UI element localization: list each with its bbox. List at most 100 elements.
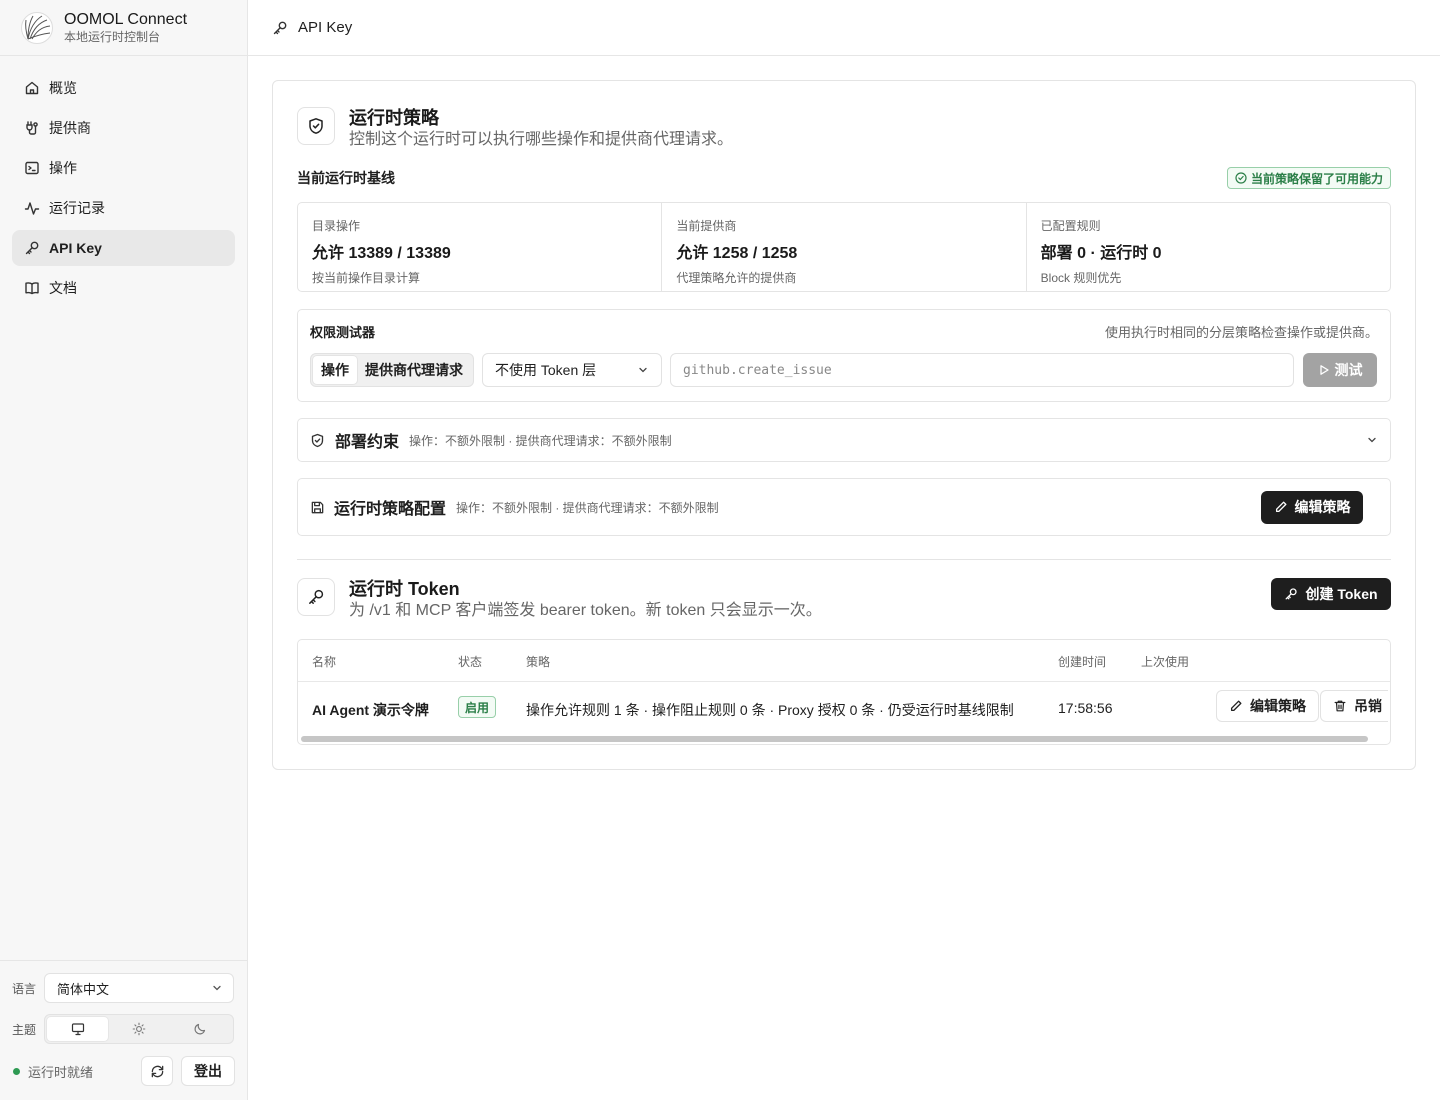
sun-icon — [132, 1022, 146, 1036]
refresh-button[interactable] — [141, 1056, 173, 1086]
key-icon — [1285, 588, 1298, 600]
baseline-title: 当前运行时基线 — [297, 170, 395, 186]
stat-note: 代理策略允许的提供商 — [676, 271, 797, 285]
stat-configured-rules: 已配置规则 部署 0 · 运行时 0 Block 规则优先 — [1027, 203, 1390, 291]
chevron-down-icon — [213, 985, 221, 991]
sidebar-item-docs[interactable]: 文档 — [12, 270, 235, 306]
mode-operation-button[interactable]: 操作 — [313, 356, 357, 384]
shield-check-icon — [311, 433, 324, 447]
sidebar-nav: 概览 提供商 操作 运行记录 API Key 文档 — [0, 56, 247, 324]
tester-title: 权限测试器 — [310, 325, 376, 340]
terminal-icon — [25, 161, 39, 175]
revoke-token-label: 吊销 — [1354, 698, 1382, 714]
edit-token-policy-button[interactable]: 编辑策略 — [1216, 690, 1319, 722]
brand[interactable]: OOMOL Connect 本地运行时控制台 — [0, 0, 247, 56]
status-indicator — [13, 1067, 20, 1075]
table-horizontal-scrollbar[interactable] — [298, 736, 1390, 744]
deploy-summary: 操作：不额外限制 · 提供商代理请求：不额外限制 — [409, 433, 672, 448]
token-layer-select[interactable]: 不使用 Token 层 — [482, 353, 662, 387]
language-label: 语言 — [12, 981, 37, 996]
page-title: API Key — [298, 19, 353, 36]
token-title: 运行时 Token — [349, 579, 460, 599]
revoke-token-button[interactable]: 吊销 — [1320, 690, 1388, 722]
sidebar: OOMOL Connect 本地运行时控制台 概览 提供商 操作 运行记录 AP… — [0, 0, 248, 1100]
stat-note: Block 规则优先 — [1040, 271, 1122, 285]
book-icon — [25, 282, 39, 295]
main-card: 运行时策略 控制这个运行时可以执行哪些操作和提供商代理请求。 当前运行时基线 当… — [272, 80, 1416, 770]
app-title: OOMOL Connect — [64, 10, 188, 28]
sidebar-item-overview[interactable]: 概览 — [12, 70, 235, 106]
edit-token-policy-label: 编辑策略 — [1250, 698, 1306, 714]
column-header-created: 创建时间 — [1058, 655, 1107, 669]
pencil-icon — [1230, 700, 1242, 712]
sidebar-item-providers[interactable]: 提供商 — [12, 110, 235, 146]
sidebar-item-label: 操作 — [49, 160, 77, 176]
key-icon — [25, 241, 39, 255]
test-button-label: 测试 — [1334, 362, 1363, 378]
tester-mode-toggle: 操作 提供商代理请求 — [310, 353, 474, 387]
operation-input[interactable] — [670, 353, 1294, 387]
token-description: 为 /v1 和 MCP 客户端签发 bearer token。新 token 只… — [349, 602, 822, 619]
edit-policy-button[interactable]: 编辑策略 — [1261, 490, 1363, 524]
token-layer-value: 不使用 Token 层 — [495, 362, 597, 378]
column-header-policy: 策略 — [526, 655, 551, 669]
sidebar-item-label: 提供商 — [49, 120, 91, 136]
theme-toggle — [44, 1014, 234, 1044]
app-subtitle: 本地运行时控制台 — [64, 29, 161, 44]
language-select[interactable]: 简体中文 — [44, 973, 234, 1003]
oomol-logo-icon — [21, 11, 53, 44]
theme-label: 主题 — [12, 1022, 37, 1037]
stat-catalog-operations: 目录操作 允许 13389 / 13389 按当前操作目录计算 — [298, 203, 663, 291]
token-name: AI Agent 演示令牌 — [312, 702, 429, 718]
baseline-status-badge: 当前策略保留了可用能力 — [1226, 167, 1391, 189]
sidebar-footer: 语言 简体中文 主题 运行时就绪 登出 — [0, 960, 247, 1100]
runtime-config-summary: 操作：不额外限制 · 提供商代理请求：不额外限制 — [456, 500, 719, 515]
mode-provider-proxy-button[interactable]: 提供商代理请求 — [357, 356, 471, 384]
deploy-title: 部署约束 — [335, 434, 400, 451]
token-created: 17:58:56 — [1058, 700, 1113, 716]
stat-current-providers: 当前提供商 允许 1258 / 1258 代理策略允许的提供商 — [662, 203, 1027, 291]
page-header: API Key — [248, 0, 1440, 56]
create-token-button[interactable]: 创建 Token — [1271, 578, 1391, 610]
policy-title: 运行时策略 — [349, 108, 439, 128]
theme-system-button[interactable] — [47, 1017, 109, 1041]
create-token-label: 创建 Token — [1305, 586, 1378, 602]
runtime-status: 运行时就绪 — [28, 1064, 94, 1080]
sidebar-item-label: API Key — [49, 240, 102, 256]
monitor-icon — [71, 1023, 84, 1036]
sidebar-item-runs[interactable]: 运行记录 — [12, 190, 235, 226]
column-header-last-used: 上次使用 — [1141, 655, 1190, 669]
check-circle-icon — [1235, 172, 1247, 184]
save-icon — [311, 501, 324, 513]
section-divider — [297, 559, 1391, 560]
deploy-constraints-collapsible[interactable]: 部署约束 操作：不额外限制 · 提供商代理请求：不额外限制 — [297, 418, 1391, 462]
theme-dark-button[interactable] — [170, 1017, 231, 1041]
policy-header: 运行时策略 控制这个运行时可以执行哪些操作和提供商代理请求。 — [297, 107, 1391, 151]
moon-icon — [194, 1023, 206, 1035]
stat-label: 当前提供商 — [676, 219, 737, 233]
scrollbar-thumb[interactable] — [301, 736, 1368, 742]
status-badge: 启用 — [458, 696, 497, 718]
trash-icon — [1334, 700, 1346, 712]
test-button[interactable]: 测试 — [1303, 353, 1377, 387]
sidebar-item-label: 文档 — [49, 280, 77, 296]
edit-policy-label: 编辑策略 — [1294, 499, 1351, 515]
home-icon — [25, 81, 39, 95]
token-policy: 操作允许规则 1 条 · 操作阻止规则 0 条 · Proxy 授权 0 条 ·… — [526, 702, 1014, 718]
stat-value: 允许 1258 / 1258 — [676, 245, 798, 262]
plug-icon — [26, 121, 38, 135]
table-header: 名称 状态 策略 创建时间 上次使用 — [298, 640, 1390, 682]
stat-label: 目录操作 — [312, 219, 361, 233]
shield-check-icon — [297, 107, 335, 145]
baseline-stats: 目录操作 允许 13389 / 13389 按当前操作目录计算 当前提供商 允许… — [297, 202, 1391, 292]
token-header: 运行时 Token 为 /v1 和 MCP 客户端签发 bearer token… — [297, 578, 1391, 622]
stat-value: 部署 0 · 运行时 0 — [1040, 245, 1162, 262]
stat-label: 已配置规则 — [1040, 219, 1101, 233]
language-value: 简体中文 — [57, 981, 110, 997]
sidebar-item-api-key[interactable]: API Key — [12, 230, 235, 266]
column-header-status: 状态 — [458, 655, 483, 669]
sidebar-item-operations[interactable]: 操作 — [12, 150, 235, 186]
policy-description: 控制这个运行时可以执行哪些操作和提供商代理请求。 — [349, 131, 734, 148]
logout-button[interactable]: 登出 — [181, 1056, 235, 1086]
theme-light-button[interactable] — [108, 1017, 169, 1041]
